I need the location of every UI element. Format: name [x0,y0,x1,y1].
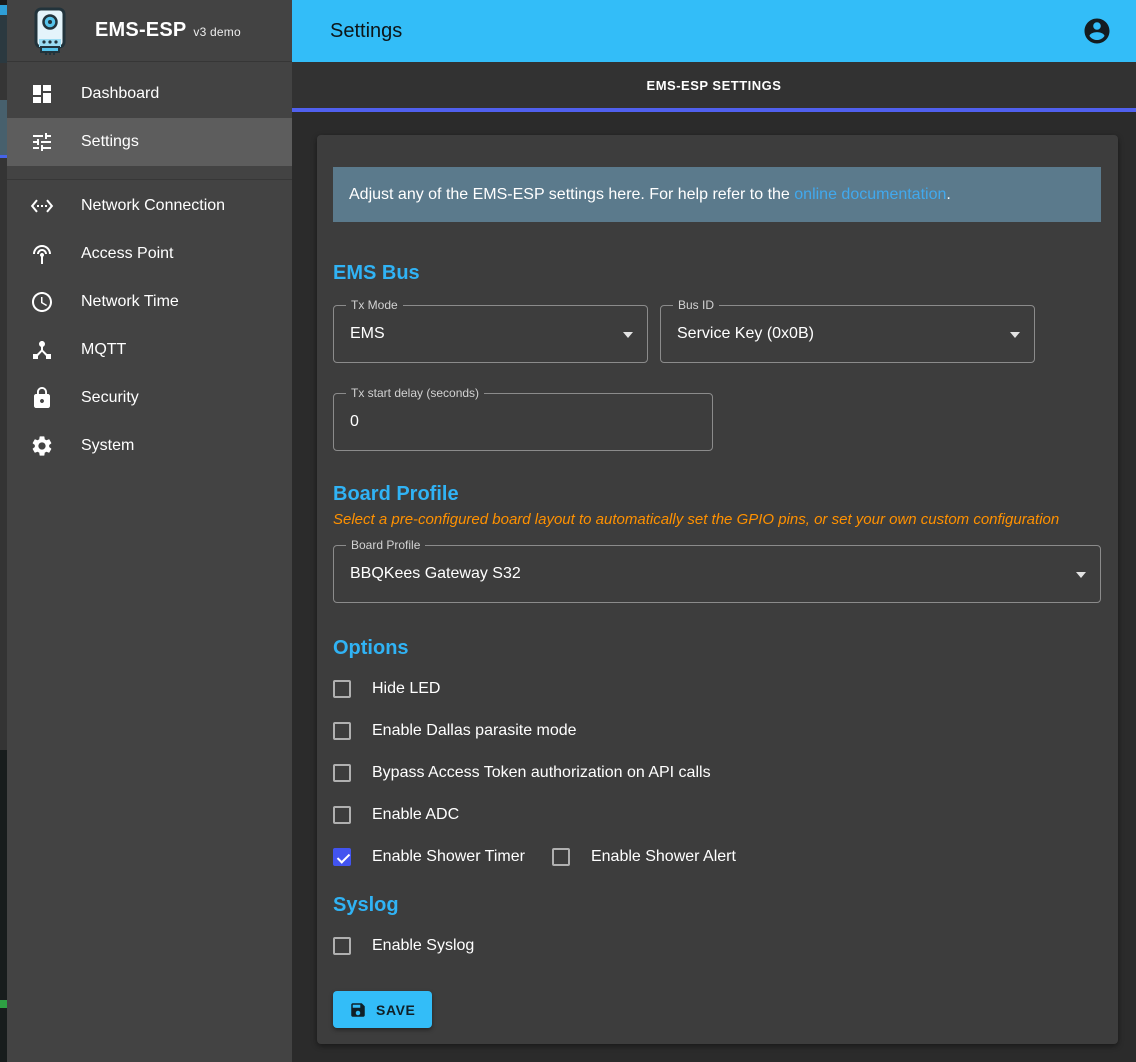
checkbox-enable-syslog[interactable]: Enable Syslog [333,937,474,955]
device-hub-icon [30,338,54,362]
account-circle-icon[interactable] [1082,16,1112,46]
lock-icon [30,386,54,410]
sidebar: EMS-ESPv3 demo Dashboard Settings Networ… [7,0,292,1062]
checkbox-shower-timer[interactable]: Enable Shower Timer [333,848,525,866]
section-title-ems-bus: EMS Bus [333,262,1101,285]
sidebar-item-network-connection[interactable]: Network Connection [7,182,292,230]
section-title-options: Options [333,637,1101,660]
gear-icon [30,434,54,458]
save-button[interactable]: SAVE [333,991,432,1028]
checkbox-enable-adc[interactable]: Enable ADC [333,806,459,824]
tune-icon [30,130,54,154]
info-banner: Adjust any of the EMS-ESP settings here.… [333,167,1101,222]
section-title-syslog: Syslog [333,894,1101,917]
sidebar-item-system[interactable]: System [7,422,292,470]
app-version: v3 demo [193,25,240,39]
checkbox-box[interactable] [333,848,351,866]
checkbox-hide-led[interactable]: Hide LED [333,680,440,698]
checkbox-shower-alert[interactable]: Enable Shower Alert [552,848,736,866]
sidebar-divider [7,179,292,180]
checkbox-box[interactable] [333,680,351,698]
settings-card: Adjust any of the EMS-ESP settings here.… [317,135,1118,1044]
dashboard-icon [30,82,54,106]
sidebar-item-mqtt[interactable]: MQTT [7,326,292,374]
checkbox-box[interactable] [333,722,351,740]
chevron-down-icon [1010,332,1020,338]
select-bus-id[interactable]: Bus ID Service Key (0x0B) [660,305,1035,363]
checkbox-box[interactable] [552,848,570,866]
page-title: Settings [330,20,1082,43]
content-area: Adjust any of the EMS-ESP settings here.… [292,112,1136,1062]
ems-esp-logo-icon [33,7,67,55]
save-icon [349,1001,367,1019]
appbar: Settings [292,0,1136,62]
ethernet-icon [30,194,54,218]
checkbox-box[interactable] [333,806,351,824]
select-tx-mode[interactable]: Tx Mode EMS [333,305,648,363]
wifi-tethering-icon [30,242,54,266]
select-board-profile[interactable]: Board Profile BBQKees Gateway S32 [333,545,1101,603]
chevron-down-icon [623,332,633,338]
sidebar-nav: Dashboard Settings Network Connection Ac… [7,62,292,470]
checkbox-bypass-token[interactable]: Bypass Access Token authorization on API… [333,764,711,782]
background-window-sliver [0,0,7,1062]
sidebar-header: EMS-ESPv3 demo [7,0,292,62]
sidebar-item-dashboard[interactable]: Dashboard [7,70,292,118]
sidebar-item-security[interactable]: Security [7,374,292,422]
board-profile-hint: Select a pre-configured board layout to … [333,510,1101,530]
tab-ems-esp-settings[interactable]: EMS-ESP SETTINGS [292,62,1136,108]
sidebar-item-access-point[interactable]: Access Point [7,230,292,278]
input-tx-start-delay[interactable]: Tx start delay (seconds) 0 [333,393,713,451]
main-area: Settings EMS-ESP SETTINGS Adjust any of … [292,0,1136,1062]
chevron-down-icon [1076,572,1086,578]
sidebar-item-settings[interactable]: Settings [7,118,292,166]
app-title: EMS-ESPv3 demo [95,19,241,42]
section-title-board-profile: Board Profile [333,483,1101,506]
checkbox-box[interactable] [333,764,351,782]
syslog-checkbox-group: Enable Syslog [333,925,1101,967]
online-documentation-link[interactable]: online documentation [794,186,946,203]
clock-icon [30,290,54,314]
checkbox-dallas-parasite[interactable]: Enable Dallas parasite mode [333,722,577,740]
options-checkbox-group: Hide LED Enable Dallas parasite mode Byp… [333,668,1101,878]
sidebar-item-network-time[interactable]: Network Time [7,278,292,326]
checkbox-box[interactable] [333,937,351,955]
